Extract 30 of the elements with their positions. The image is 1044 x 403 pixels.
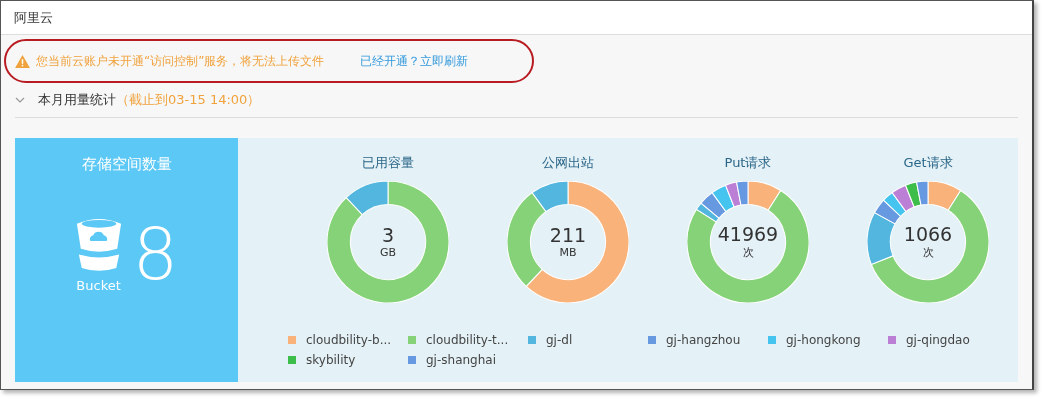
legend-label: gj-shanghai bbox=[426, 353, 496, 367]
bucket-label: Bucket bbox=[76, 278, 121, 293]
legend-label: gj-dl bbox=[546, 333, 573, 347]
legend-label: gj-hongkong bbox=[786, 333, 861, 347]
warning-icon bbox=[15, 54, 30, 68]
legend-label: skybility bbox=[306, 353, 356, 367]
chart-title: 已用容量 bbox=[362, 154, 414, 172]
section-title: 本月用量统计 bbox=[38, 91, 116, 109]
chart-value: 211 bbox=[549, 225, 587, 246]
chart-unit: MB bbox=[559, 245, 577, 259]
chart-value: 3 bbox=[381, 225, 395, 246]
chart-value: 1066 bbox=[903, 224, 953, 245]
legend-label: gj-qingdao bbox=[906, 333, 970, 347]
legend-label: cloudbility-b... bbox=[306, 333, 392, 347]
legend-label: gj-hangzhou bbox=[666, 333, 741, 347]
chart-unit: 次 bbox=[742, 244, 754, 260]
chart-title: 公网出站 bbox=[542, 154, 594, 172]
chart-unit: 次 bbox=[922, 244, 934, 260]
window-title: 阿里云 bbox=[14, 8, 53, 27]
chart-title: Get请求 bbox=[903, 154, 953, 172]
section-date-note: （截止到03-15 14:00） bbox=[116, 91, 261, 109]
bucket-count: 8 bbox=[132, 217, 179, 290]
refresh-link[interactable]: 已经开通？立即刷新 bbox=[360, 52, 469, 70]
chevron-icon[interactable] bbox=[15, 97, 25, 103]
chart-title: Put请求 bbox=[724, 154, 772, 172]
legend-label: cloudbility-t... bbox=[426, 333, 509, 347]
storage-title: 存储空间数量 bbox=[81, 155, 172, 174]
chart-value: 41969 bbox=[717, 224, 779, 245]
warning-message: 您当前云账户未开通“访问控制”服务，将无法上传文件 bbox=[36, 52, 325, 70]
chart-unit: GB bbox=[379, 245, 397, 259]
